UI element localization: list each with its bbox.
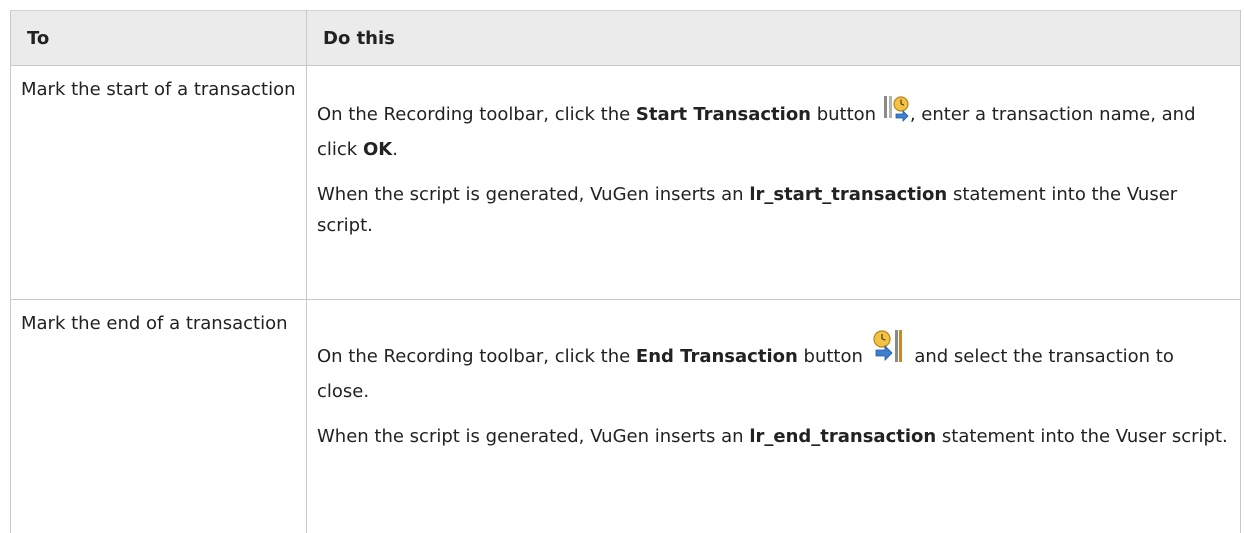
instruction-paragraph: On the Recording toolbar, click the Star… — [317, 94, 1230, 165]
row-do-cell: On the Recording toolbar, click the End … — [307, 300, 1241, 533]
row-to-cell: Mark the end of a transaction — [11, 300, 307, 533]
table-row: Mark the end of a transaction On the Rec… — [11, 300, 1241, 533]
result-paragraph: When the script is generated, VuGen inse… — [317, 179, 1230, 241]
row-do-cell: On the Recording toolbar, click the Star… — [307, 66, 1241, 300]
function-name: lr_start_transaction — [749, 184, 947, 205]
start-transaction-label: Start Transaction — [636, 104, 811, 125]
function-name: lr_end_transaction — [749, 426, 936, 447]
header-to: To — [11, 11, 307, 66]
table-row: Mark the start of a transaction On the R… — [11, 66, 1241, 300]
row-to-cell: Mark the start of a transaction — [11, 66, 307, 300]
header-do-this: Do this — [307, 11, 1241, 66]
end-transaction-label: End Transaction — [636, 346, 798, 367]
result-paragraph: When the script is generated, VuGen inse… — [317, 421, 1230, 452]
ok-label: OK — [363, 139, 392, 160]
table-header-row: To Do this — [11, 11, 1241, 66]
end-transaction-icon — [869, 328, 909, 376]
instruction-paragraph: On the Recording toolbar, click the End … — [317, 328, 1230, 407]
transaction-table: To Do this Mark the start of a transacti… — [10, 10, 1241, 533]
start-transaction-icon — [882, 94, 910, 134]
